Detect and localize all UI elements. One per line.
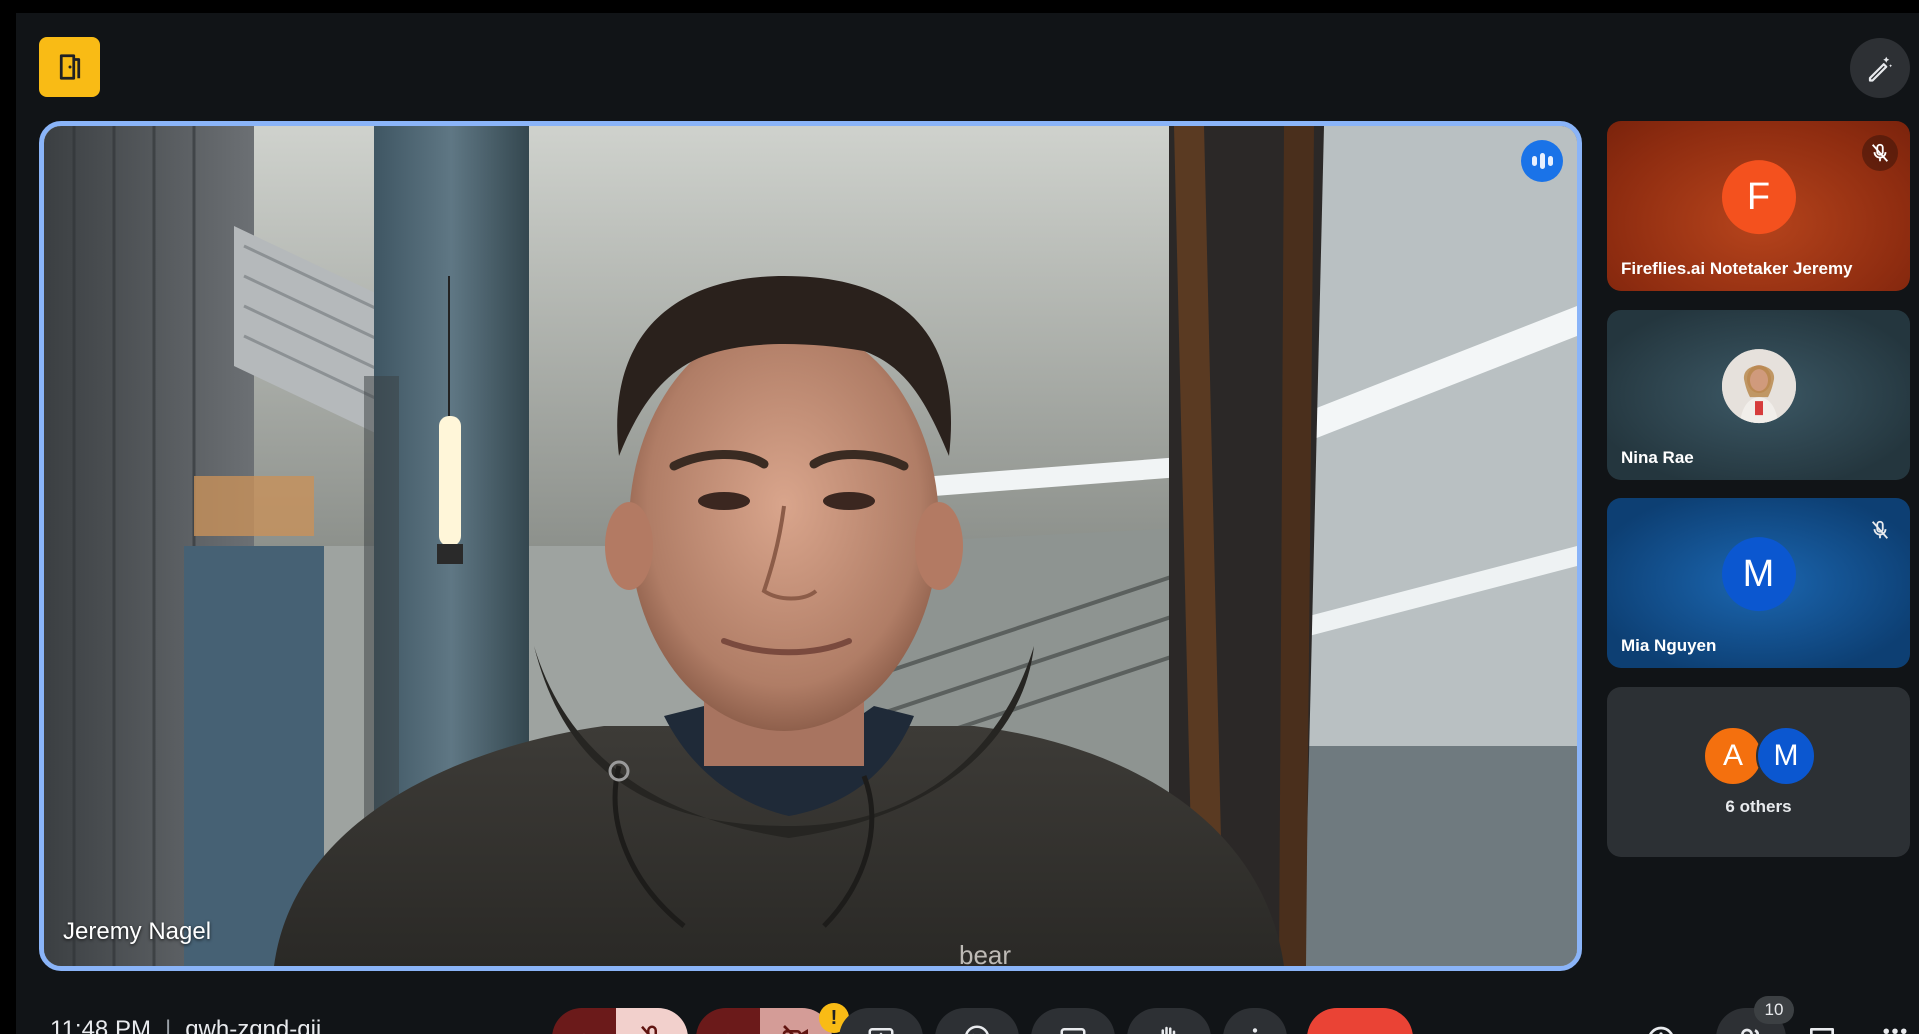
others-avatar: M — [1756, 726, 1816, 786]
room-status-button[interactable] — [39, 37, 100, 97]
main-speaker-tile[interactable]: bear Jeremy Nagel — [39, 121, 1582, 971]
more-vertical-icon — [1252, 1028, 1258, 1033]
info-icon — [1649, 1026, 1673, 1034]
participant-name: Mia Nguyen — [1621, 636, 1717, 655]
participant-photo-avatar — [1721, 349, 1796, 424]
mic-off-icon — [1862, 512, 1898, 548]
participant-avatar: M — [1721, 537, 1796, 612]
reactions-button[interactable] — [935, 1008, 1019, 1034]
participant-tile-mia[interactable]: M Mia Nguyen — [1607, 498, 1910, 668]
meeting-time: 11:48 PM — [50, 1016, 151, 1034]
door-icon — [59, 54, 80, 80]
video-options-button[interactable] — [696, 1008, 760, 1034]
effects-button[interactable] — [1850, 38, 1910, 98]
speaker-video: bear — [44, 126, 1577, 966]
leave-call-button[interactable] — [1307, 1008, 1413, 1034]
meeting-info: 11:48 PM | qwh-zqnd-gii — [50, 1016, 321, 1034]
present-screen-icon — [868, 1028, 894, 1034]
others-tile[interactable] — [1607, 687, 1910, 857]
raise-hand-button[interactable] — [1127, 1008, 1211, 1034]
meeting-details-button[interactable] — [1639, 1018, 1683, 1034]
participant-count-badge: 10 — [1754, 996, 1794, 1024]
present-button[interactable] — [839, 1008, 923, 1034]
closed-captions-icon — [1060, 1028, 1086, 1034]
mic-off-icon — [641, 1025, 657, 1034]
audio-options-button[interactable] — [552, 1008, 616, 1034]
participant-tile-nina[interactable]: Nina Rae — [1607, 310, 1910, 480]
apps-grid-icon — [1883, 1028, 1907, 1034]
magic-pen-icon — [1868, 56, 1893, 82]
camera-off-icon — [782, 1025, 808, 1034]
participant-tile-fireflies[interactable]: F Fireflies.ai Notetaker Jeremy — [1607, 121, 1910, 291]
main-speaker-name: Jeremy Nagel — [63, 918, 212, 945]
participant-name: Fireflies.ai Notetaker Jeremy — [1621, 259, 1853, 278]
mic-off-icon — [1862, 135, 1898, 171]
participant-avatar: F — [1721, 160, 1796, 235]
mic-toggle-button[interactable] — [616, 1008, 688, 1034]
raise-hand-icon — [1161, 1026, 1176, 1034]
people-icon — [1741, 1028, 1760, 1034]
others-avatar: A — [1703, 726, 1763, 786]
divider: | — [164, 1016, 172, 1034]
meet-app: bear Jeremy Nagel F Fireflies.ai Notetak… — [16, 13, 1919, 1034]
participant-name: Nina Rae — [1621, 448, 1694, 467]
others-label: 6 others — [1725, 797, 1792, 816]
captions-button[interactable] — [1031, 1008, 1115, 1034]
chat-button[interactable] — [1800, 1018, 1844, 1034]
chevron-up-icon — [727, 1033, 729, 1034]
svg-text:bear: bear — [959, 940, 1011, 966]
hang-up-icon — [1342, 1020, 1378, 1034]
chevron-up-icon — [583, 1033, 585, 1034]
activities-button[interactable] — [1873, 1018, 1917, 1034]
chat-icon — [1810, 1028, 1834, 1034]
more-options-button[interactable] — [1223, 1008, 1287, 1034]
speaking-indicator-icon — [1521, 140, 1563, 182]
meeting-code: qwh-zqnd-gii — [185, 1016, 322, 1034]
emoji-icon — [965, 1025, 989, 1034]
